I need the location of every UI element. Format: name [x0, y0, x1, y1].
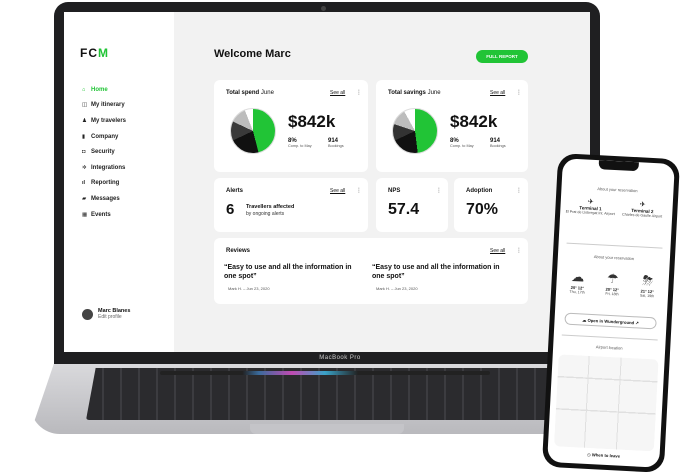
divider	[566, 242, 663, 249]
divider	[561, 334, 658, 341]
keyboard	[86, 368, 568, 420]
company-icon: ▮	[82, 133, 86, 140]
itinerary-icon: ◫	[82, 102, 88, 109]
reservation-heading: About your reservation	[597, 186, 638, 194]
travelers-icon: ♟	[82, 117, 87, 124]
reviews-card: Reviews See all ⋮ “Easy to use and all t…	[214, 238, 528, 304]
total-spend-card: Total spend June See all ⋮ $842k 8% Comp.…	[214, 80, 368, 172]
external-link-icon: ↗	[634, 319, 640, 325]
phone-screen: About your reservation ✈ Terminal 1 El P…	[547, 158, 675, 468]
alerts-text: Travellers affected	[246, 204, 295, 210]
integrations-icon: ✲	[82, 164, 87, 171]
savings-value: $842k	[450, 112, 498, 131]
alerts-card: Alerts See all ⋮ 6 Travellers affected b…	[214, 178, 368, 232]
review-author: Mark H. – Jun 23, 2020	[376, 286, 418, 291]
terminal-arrival: ✈ Terminal 2 Charles de Gaulle Airport	[616, 199, 669, 219]
savings-pie-chart	[392, 108, 438, 154]
spend-stat-change: 8% Comp. to May	[288, 138, 312, 148]
camera	[321, 6, 326, 11]
more-options-icon[interactable]: ⋮	[516, 247, 522, 254]
weather-day: ☂ 20° 12° Fri, 18th	[595, 270, 630, 297]
sidebar-item-itinerary[interactable]: ◫ My itinerary	[82, 98, 126, 114]
terminal-departure: ✈ Terminal 1 El Prat de Llobregat Int. A…	[564, 196, 617, 216]
sidebar-item-security[interactable]: ◘ Security	[82, 144, 126, 160]
weather-day: ☁ 20° 12° Thu, 17th	[560, 268, 595, 295]
more-options-icon[interactable]: ⋮	[436, 187, 442, 194]
cloud-icon: ☁	[570, 268, 585, 285]
spend-stat-bookings: 914 Bookings	[328, 138, 344, 148]
card-title: Reviews	[226, 248, 251, 254]
sidebar: FCM ⌂ Home ◫ My itinerary ♟ My travelers ▮ C…	[64, 12, 174, 352]
adoption-value: 70%	[466, 201, 499, 218]
spend-value: $842k	[288, 112, 336, 131]
edit-profile-link[interactable]: Edit profile	[98, 314, 130, 320]
review-author: Mark H. – Jun 23, 2020	[228, 286, 270, 291]
spend-pie-chart	[230, 108, 276, 154]
sidebar-item-events[interactable]: ▦ Events	[82, 207, 126, 223]
open-wunderground-button[interactable]: ☁ Open in Wunderground ↗	[564, 312, 657, 330]
card-title: NPS	[388, 188, 401, 194]
reporting-icon: ıl	[82, 180, 86, 187]
events-icon: ▦	[82, 211, 88, 218]
review-quote: “Easy to use and all the information in …	[224, 264, 352, 280]
see-all-link[interactable]: See all	[490, 90, 505, 96]
weather-day: ⛈ 21° 12° Sat, 19th	[630, 272, 665, 299]
savings-stat-change: 8% Comp. to May	[450, 138, 474, 148]
page-title: Welcome Marc	[214, 48, 291, 60]
airport-location-heading: Airport location	[595, 344, 623, 351]
card-title: Adoption	[466, 188, 493, 194]
weather-heading: About your reservation	[593, 254, 635, 262]
see-all-link[interactable]: See all	[330, 188, 345, 194]
see-all-link[interactable]: See all	[330, 90, 345, 96]
sidebar-item-travelers[interactable]: ♟ My travelers	[82, 113, 126, 129]
adoption-card: Adoption ⋮ 70%	[454, 178, 528, 232]
storm-icon: ⛈	[642, 272, 654, 289]
messages-icon: ▰	[82, 195, 87, 202]
card-title: Alerts	[226, 188, 244, 194]
savings-stat-bookings: 914 Bookings	[490, 138, 506, 148]
more-options-icon[interactable]: ⋮	[356, 187, 362, 194]
more-options-icon[interactable]: ⋮	[516, 187, 522, 194]
airport-map[interactable]	[553, 354, 659, 452]
laptop-lid: FCM ⌂ Home ◫ My itinerary ♟ My travelers ▮ C…	[54, 2, 600, 364]
fcm-logo[interactable]: FCM	[80, 46, 109, 60]
card-title: Total spend June	[226, 90, 274, 96]
review-quote: “Easy to use and all the information in …	[372, 264, 500, 280]
alerts-count: 6	[226, 201, 235, 218]
more-options-icon[interactable]: ⋮	[516, 89, 522, 96]
sidebar-item-integrations[interactable]: ✲ Integrations	[82, 160, 126, 176]
phone: About your reservation ✈ Terminal 1 El P…	[541, 153, 680, 473]
sidebar-item-messages[interactable]: ▰ Messages	[82, 191, 126, 207]
full-report-button[interactable]: FULL REPORT	[476, 50, 528, 63]
more-options-icon[interactable]: ⋮	[356, 89, 362, 96]
nps-card: NPS ⋮ 57.4	[376, 178, 448, 232]
sidebar-item-home[interactable]: ⌂ Home	[82, 82, 126, 98]
when-to-leave-button[interactable]: ◷ When to leave	[561, 451, 645, 460]
see-all-link[interactable]: See all	[490, 248, 505, 254]
avatar	[82, 308, 93, 320]
sidebar-item-company[interactable]: ▮ Company	[82, 129, 126, 145]
total-savings-card: Total savings June See all ⋮ $842k 8% Com…	[376, 80, 528, 172]
user-profile[interactable]: Marc Blanes Edit profile	[82, 308, 130, 320]
alerts-subtext: by ongoing alerts	[246, 211, 285, 217]
trackpad	[250, 424, 404, 434]
rain-icon: ☂	[606, 270, 620, 287]
security-icon: ◘	[82, 149, 86, 156]
sidebar-item-reporting[interactable]: ıl Reporting	[82, 176, 126, 192]
card-title: Total savings June	[388, 90, 441, 96]
sidebar-nav: ⌂ Home ◫ My itinerary ♟ My travelers ▮ Compa…	[82, 82, 126, 222]
nps-value: 57.4	[388, 201, 420, 218]
touch-bar	[160, 371, 490, 375]
laptop-screen: FCM ⌂ Home ◫ My itinerary ♟ My travelers ▮ C…	[64, 12, 590, 352]
home-icon: ⌂	[82, 86, 86, 93]
phone-notch	[598, 160, 639, 172]
